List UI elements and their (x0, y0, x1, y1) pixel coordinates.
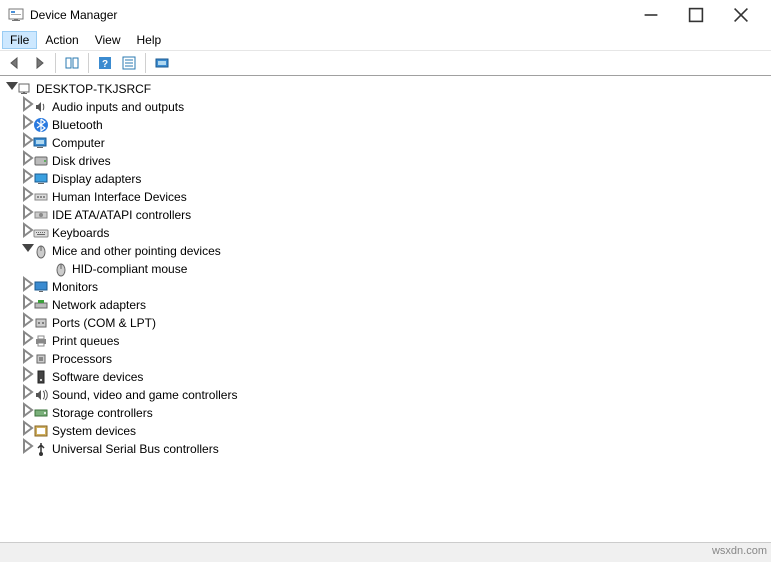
collapse-icon[interactable] (20, 240, 32, 263)
usb-icon (32, 441, 50, 457)
category-software[interactable]: Software devices (0, 368, 771, 386)
category-keyboard[interactable]: Keyboards (0, 224, 771, 242)
node-label: Monitors (50, 278, 98, 296)
expand-icon[interactable] (20, 438, 32, 461)
forward-button[interactable] (28, 52, 50, 74)
node-label: Print queues (50, 332, 119, 350)
show-hide-console-button[interactable] (61, 52, 83, 74)
category-bluetooth[interactable]: Bluetooth (0, 116, 771, 134)
mouse-icon (52, 261, 70, 277)
category-storage[interactable]: Storage controllers (0, 404, 771, 422)
node-label: HID-compliant mouse (70, 260, 187, 278)
device-mouse[interactable]: >HID-compliant mouse (0, 260, 771, 278)
node-label: Storage controllers (50, 404, 153, 422)
root-node[interactable]: DESKTOP-TKJSRCF (0, 80, 771, 98)
toolbar-separator (88, 53, 89, 73)
close-button[interactable] (718, 0, 763, 30)
toolbar-separator (145, 53, 146, 73)
collapse-icon[interactable] (4, 78, 16, 101)
node-label: Audio inputs and outputs (50, 98, 184, 116)
node-label: Software devices (50, 368, 143, 386)
node-label: System devices (50, 422, 136, 440)
node-label: Keyboards (50, 224, 109, 242)
category-display[interactable]: Display adapters (0, 170, 771, 188)
category-computer[interactable]: Computer (0, 134, 771, 152)
mouse-icon (32, 243, 50, 259)
node-label: Disk drives (50, 152, 111, 170)
menu-view[interactable]: View (87, 31, 129, 49)
statusbar: wsxdn.com (0, 542, 771, 562)
category-ide[interactable]: IDE ATA/ATAPI controllers (0, 206, 771, 224)
category-system[interactable]: System devices (0, 422, 771, 440)
node-label: Processors (50, 350, 112, 368)
titlebar: Device Manager (0, 0, 771, 30)
status-text: wsxdn.com (712, 545, 767, 557)
back-button[interactable] (4, 52, 26, 74)
node-label: Universal Serial Bus controllers (50, 440, 219, 458)
menubar: File Action View Help (0, 30, 771, 50)
menu-help[interactable]: Help (129, 31, 170, 49)
menu-action[interactable]: Action (37, 31, 86, 49)
category-monitor[interactable]: Monitors (0, 278, 771, 296)
category-port[interactable]: Ports (COM & LPT) (0, 314, 771, 332)
category-sound[interactable]: Sound, video and game controllers (0, 386, 771, 404)
toolbar: ? (0, 50, 771, 76)
category-hid[interactable]: Human Interface Devices (0, 188, 771, 206)
category-speaker[interactable]: Audio inputs and outputs (0, 98, 771, 116)
category-disk[interactable]: Disk drives (0, 152, 771, 170)
app-icon (8, 7, 24, 23)
node-label: Sound, video and game controllers (50, 386, 237, 404)
category-mouse[interactable]: Mice and other pointing devices (0, 242, 771, 260)
node-label: Network adapters (50, 296, 146, 314)
node-label: DESKTOP-TKJSRCF (34, 80, 151, 98)
minimize-button[interactable] (628, 0, 673, 30)
node-label: Bluetooth (50, 116, 103, 134)
toolbar-separator (55, 53, 56, 73)
node-label: IDE ATA/ATAPI controllers (50, 206, 191, 224)
window-title: Device Manager (30, 8, 628, 22)
node-label: Ports (COM & LPT) (50, 314, 156, 332)
maximize-button[interactable] (673, 0, 718, 30)
node-label: Mice and other pointing devices (50, 242, 221, 260)
device-tree[interactable]: DESKTOP-TKJSRCFAudio inputs and outputsB… (0, 76, 771, 542)
category-network[interactable]: Network adapters (0, 296, 771, 314)
scan-hardware-button[interactable] (151, 52, 173, 74)
menu-file[interactable]: File (2, 31, 37, 49)
category-printer[interactable]: Print queues (0, 332, 771, 350)
properties-button[interactable] (118, 52, 140, 74)
category-usb[interactable]: Universal Serial Bus controllers (0, 440, 771, 458)
node-label: Human Interface Devices (50, 188, 187, 206)
category-cpu[interactable]: Processors (0, 350, 771, 368)
node-label: Display adapters (50, 170, 141, 188)
svg-text:?: ? (102, 59, 108, 70)
help-button[interactable]: ? (94, 52, 116, 74)
node-label: Computer (50, 134, 105, 152)
